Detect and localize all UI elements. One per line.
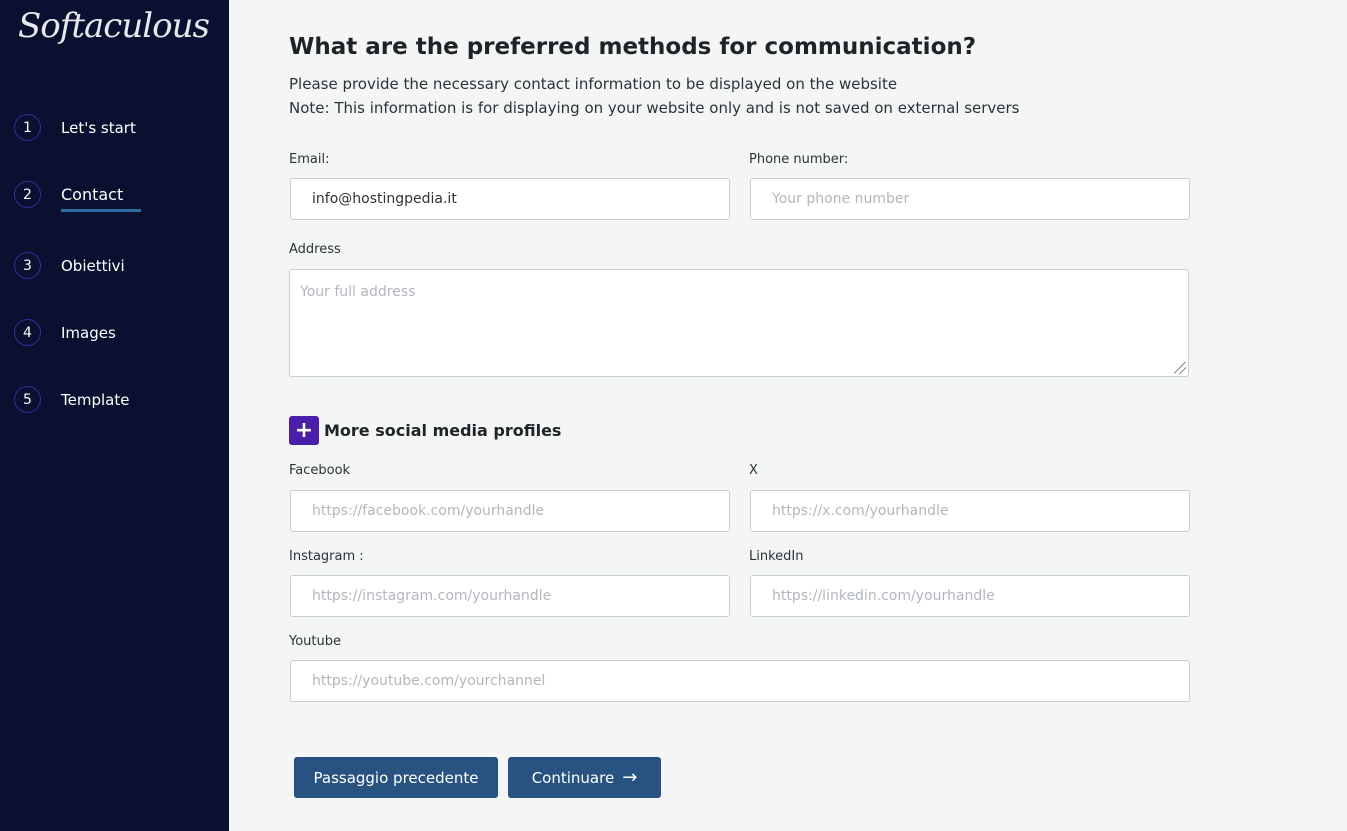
step-label: Contact bbox=[61, 185, 124, 204]
youtube-field[interactable]: https://youtube.com/yourchannel bbox=[290, 660, 1190, 702]
instagram-field[interactable]: https://instagram.com/yourhandle bbox=[290, 575, 730, 617]
address-label: Address bbox=[289, 242, 341, 257]
step-label: Template bbox=[61, 390, 130, 409]
previous-step-label: Passaggio precedente bbox=[313, 768, 479, 787]
step-label: Let's start bbox=[61, 118, 136, 137]
step-template[interactable]: 5 Template bbox=[14, 386, 129, 413]
step-number: 5 bbox=[14, 386, 41, 413]
social-heading: More social media profiles bbox=[324, 421, 562, 440]
continue-label: Continuare bbox=[531, 768, 615, 787]
linkedin-label: LinkedIn bbox=[749, 549, 804, 564]
address-field[interactable]: Your full address bbox=[289, 269, 1189, 377]
instagram-label: Instagram : bbox=[289, 549, 364, 564]
step-number: 3 bbox=[14, 252, 41, 279]
step-images[interactable]: 4 Images bbox=[14, 319, 116, 346]
step-lets-start[interactable]: 1 Let's start bbox=[14, 114, 136, 141]
page-title: What are the preferred methods for commu… bbox=[289, 34, 977, 60]
step-contact[interactable]: 2 Contact bbox=[14, 181, 123, 208]
email-field[interactable]: info@hostingpedia.it bbox=[290, 178, 730, 220]
active-step-underline bbox=[61, 209, 141, 212]
step-obiettivi[interactable]: 3 Obiettivi bbox=[14, 252, 125, 279]
plus-icon[interactable]: + bbox=[289, 416, 319, 445]
email-label: Email: bbox=[289, 152, 330, 167]
facebook-field[interactable]: https://facebook.com/yourhandle bbox=[290, 490, 730, 532]
step-number: 4 bbox=[14, 319, 41, 346]
softaculous-logo: Softaculous bbox=[18, 6, 210, 46]
step-number: 1 bbox=[14, 114, 41, 141]
step-number: 2 bbox=[14, 181, 41, 208]
address-placeholder: Your full address bbox=[300, 284, 416, 300]
youtube-label: Youtube bbox=[289, 634, 341, 649]
x-field[interactable]: https://x.com/yourhandle bbox=[750, 490, 1190, 532]
page-subtitle: Please provide the necessary contact inf… bbox=[289, 75, 898, 93]
continue-button[interactable]: Continuare → bbox=[508, 757, 661, 798]
page-note: Note: This information is for displaying… bbox=[289, 99, 1020, 117]
social-section-header: + More social media profiles bbox=[289, 416, 561, 445]
sidebar: Softaculous 1 Let's start 2 Contact 3 Ob… bbox=[0, 0, 229, 831]
phone-label: Phone number: bbox=[749, 152, 849, 167]
step-label: Obiettivi bbox=[61, 256, 125, 275]
resize-handle-icon[interactable] bbox=[1174, 362, 1186, 374]
step-label: Images bbox=[61, 323, 116, 342]
x-label: X bbox=[749, 463, 758, 478]
facebook-label: Facebook bbox=[289, 463, 351, 478]
phone-field[interactable]: Your phone number bbox=[750, 178, 1190, 220]
linkedin-field[interactable]: https://linkedin.com/yourhandle bbox=[750, 575, 1190, 617]
arrow-right-icon: → bbox=[622, 767, 638, 788]
previous-step-button[interactable]: Passaggio precedente bbox=[294, 757, 498, 798]
